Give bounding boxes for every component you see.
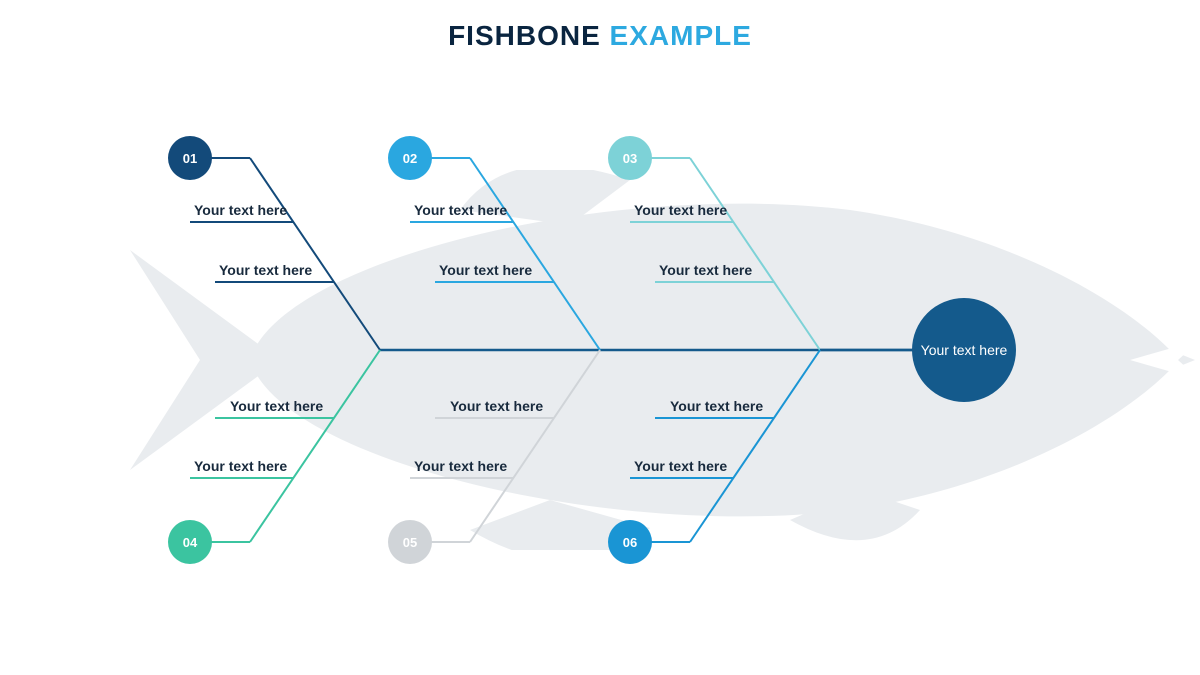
cause-label: Your text here [670, 398, 763, 414]
title-word2: EXAMPLE [610, 20, 752, 51]
page-title: FISHBONE EXAMPLE [0, 20, 1200, 52]
branch-num: 03 [623, 151, 637, 166]
branch-badge-3: 03 [608, 136, 652, 180]
branch-num: 02 [403, 151, 417, 166]
cause-label: Your text here [634, 458, 727, 474]
branch-num: 05 [403, 535, 417, 550]
title-word1: FISHBONE [448, 20, 601, 51]
branch-num: 04 [183, 535, 197, 550]
cause-label: Your text here [230, 398, 323, 414]
branch-badge-2: 02 [388, 136, 432, 180]
cause-label: Your text here [414, 458, 507, 474]
branch-num: 06 [623, 535, 637, 550]
cause-label: Your text here [194, 458, 287, 474]
cause-label: Your text here [194, 202, 287, 218]
branch-badge-6: 06 [608, 520, 652, 564]
head-text: Your text here [921, 341, 1008, 359]
cause-label: Your text here [414, 202, 507, 218]
fishbone-head: Your text here [912, 298, 1016, 402]
cause-label: Your text here [219, 262, 312, 278]
branch-badge-5: 05 [388, 520, 432, 564]
branch-num: 01 [183, 151, 197, 166]
cause-label: Your text here [439, 262, 532, 278]
cause-label: Your text here [450, 398, 543, 414]
branch-badge-4: 04 [168, 520, 212, 564]
diagram-stage: 01 02 03 04 05 06 Your text here Your te… [100, 130, 1100, 580]
branch-badge-1: 01 [168, 136, 212, 180]
cause-label: Your text here [634, 202, 727, 218]
cause-label: Your text here [659, 262, 752, 278]
